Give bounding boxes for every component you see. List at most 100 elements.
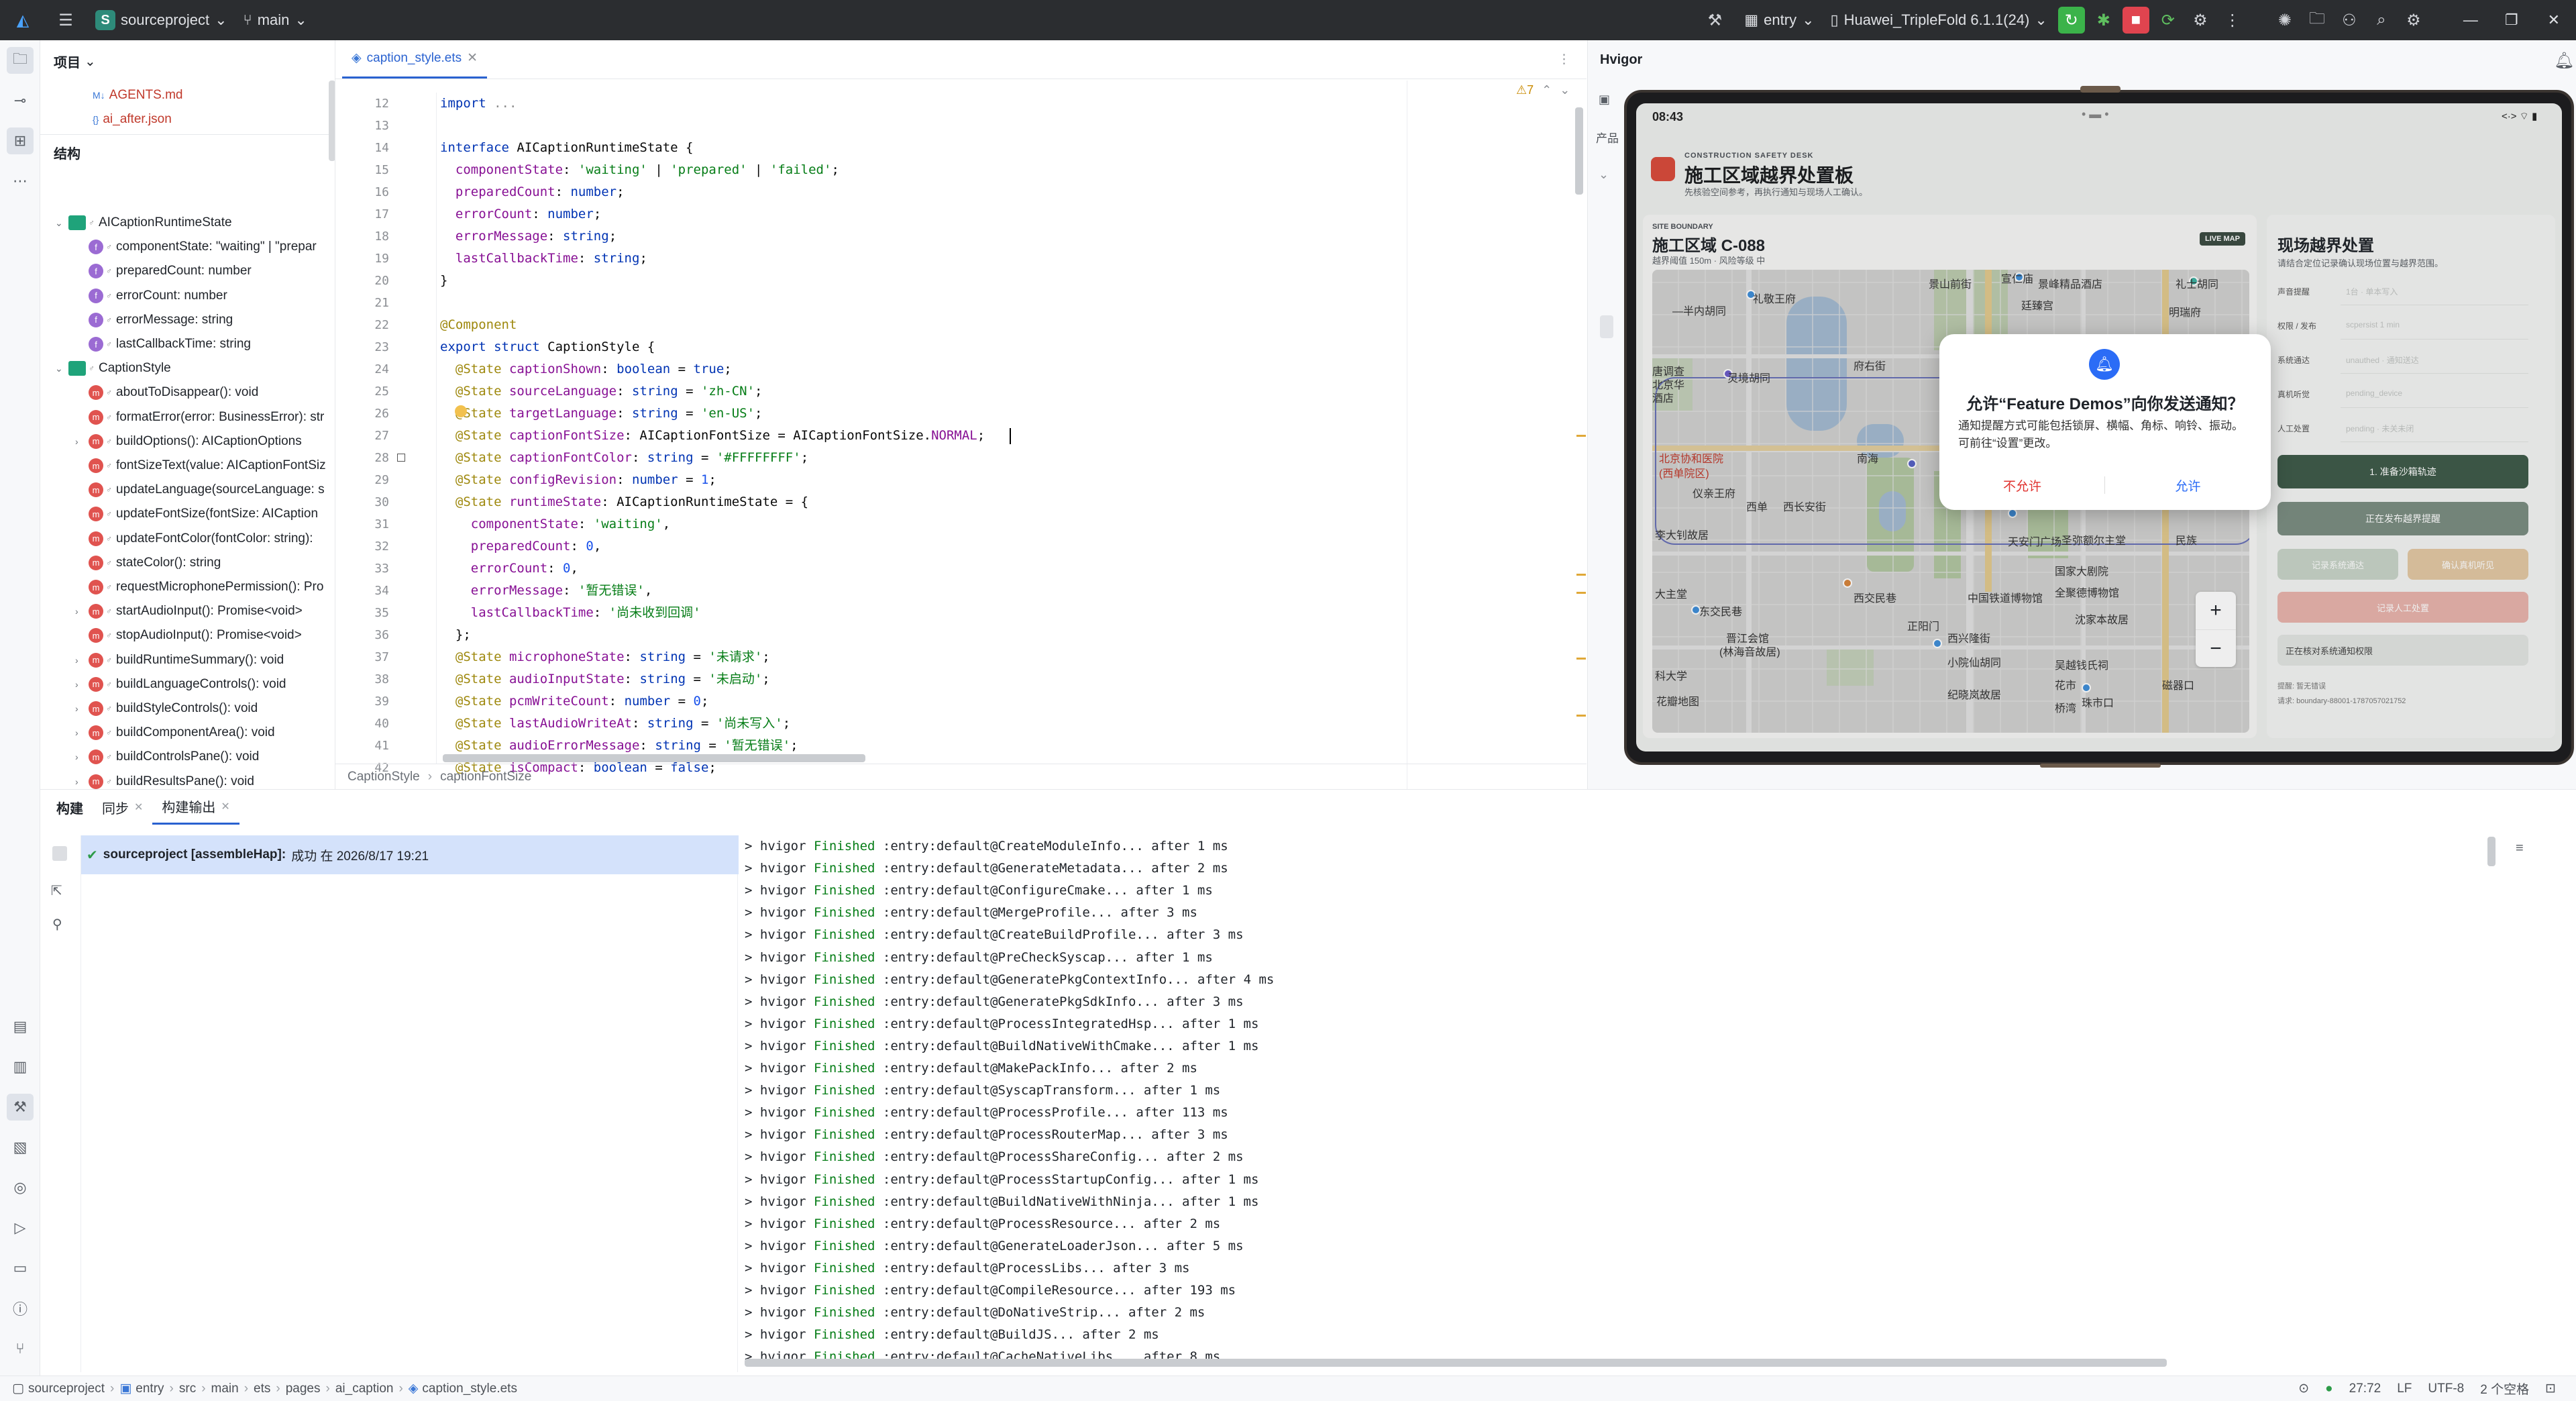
close-tab-icon[interactable]: ✕ [221,800,229,813]
code-line[interactable]: errorMessage: string; [440,225,616,248]
log-horizontal-scrollbar[interactable] [745,1359,2167,1367]
caret-position[interactable]: 27:72 [2349,1382,2381,1396]
log-icon[interactable]: ▥ [7,1053,34,1080]
tab-sync[interactable]: 同步 ✕ [93,790,152,825]
plugin-button[interactable]: ✺ [2269,0,2301,40]
chevron-right-icon[interactable]: › [75,679,89,690]
open-external-icon[interactable]: ⇱ [51,882,62,899]
settings-button[interactable]: ⚙ [2398,0,2430,40]
previewer-toggle-icon[interactable]: ▣ [1599,93,1610,107]
allow-button[interactable]: 允许 [2105,468,2271,502]
build-icon[interactable]: ⚒ [7,1094,34,1121]
maximize-button[interactable]: ❐ [2491,0,2532,40]
code-line[interactable]: componentState: 'waiting' | 'prepared' |… [440,159,839,181]
readonly-lock-icon[interactable]: ⊡ [2545,1381,2556,1396]
structure-icon[interactable]: ⊞ [7,127,34,154]
log-scrollbar[interactable] [2487,837,2496,866]
code-line[interactable]: @State captionFontSize: AICaptionFontSiz… [440,425,985,447]
file-row[interactable]: {} ai_after.json [93,107,172,132]
commit-icon[interactable]: ⊸ [7,87,34,114]
stop-build-icon[interactable] [52,846,67,861]
project-switcher[interactable]: S sourceproject ⌄ [87,0,235,40]
structure-item[interactable]: › m ♂ buildStyleControls(): void [75,696,258,721]
horizontal-scrollbar[interactable] [443,754,865,762]
path-crumb[interactable]: pages [280,1382,326,1396]
profiler-button[interactable]: ⚙ [2184,0,2216,40]
breadcrumb-item[interactable]: captionFontSize [440,770,531,784]
structure-item[interactable]: m ♂ stateColor(): string [75,551,221,575]
structure-item[interactable]: f ♂ errorCount: number [75,284,227,308]
chevron-down-icon[interactable]: ⌄ [55,217,68,229]
terminal-icon[interactable]: ▭ [7,1255,34,1282]
path-crumb[interactable]: ▣ entry [114,1381,169,1396]
structure-item[interactable]: f ♂ preparedCount: number [75,259,252,283]
chevron-right-icon[interactable]: › [75,703,89,714]
scrollbar[interactable] [329,81,335,161]
panel-splitter[interactable] [1600,315,1613,338]
tab-options-button[interactable]: ⋮ [1558,40,1587,79]
chevron-right-icon[interactable]: › [75,606,89,617]
structure-item[interactable]: m ♂ requestMicrophonePermission(): Pro [75,575,323,599]
chevron-right-icon[interactable]: › [75,727,89,738]
structure-item[interactable]: m ♂ fontSizeText(value: AICaptionFontSiz [75,454,326,478]
structure-item[interactable]: f ♂ lastCallbackTime: string [75,332,251,356]
path-crumb[interactable]: ▢ sourceproject [7,1381,110,1396]
inspection-widget[interactable]: ⚠7 ⌃ ⌄ [1516,83,1570,97]
chevron-right-icon[interactable]: › [75,436,89,447]
structure-item[interactable]: › m ♂ buildLanguageControls(): void [75,672,286,696]
indent-setting[interactable]: 2 个空格 [2480,1380,2529,1398]
build-hammer-button[interactable]: ⚒ [1693,0,1736,40]
services-icon[interactable]: ◎ [7,1174,34,1201]
close-tab-icon[interactable]: ✕ [467,50,478,66]
stop-button[interactable]: ■ [2120,0,2152,40]
run-button[interactable]: ↻ [2055,0,2088,40]
branch-switcher[interactable]: ⑂ main ⌄ [235,0,315,40]
problems-icon[interactable]: ▧ [7,1134,34,1161]
more-horizontal-icon[interactable]: ⋯ [7,168,34,195]
structure-item[interactable]: m ♂ aboutToDisappear(): void [75,380,258,405]
code-line[interactable]: preparedCount: number; [440,181,625,203]
code-line[interactable]: @State audioInputState: string = '未启动'; [440,668,770,690]
file-encoding[interactable]: UTF-8 [2428,1382,2464,1396]
structure-item[interactable]: m ♂ formatError(error: BusinessError): str [75,405,324,429]
code-line[interactable]: } [440,270,447,292]
chevron-right-icon[interactable]: › [75,655,89,666]
structure-item[interactable]: ⌄ ♂ AICaptionRuntimeState [55,211,232,235]
device-selector[interactable]: ▯ Huawei_TripleFold 6.1.1(24) ⌄ [1823,0,2055,40]
code-line[interactable]: @State targetLanguage: string = 'en-US'; [440,403,763,425]
product-label[interactable]: 产品 [1596,129,1619,146]
breadcrumb-item[interactable]: CaptionStyle [347,770,420,784]
minimize-button[interactable]: — [2450,0,2491,40]
code-line[interactable]: @State microphoneState: string = '未请求'; [440,646,770,668]
path-crumb[interactable]: ◈ caption_style.ets [403,1381,523,1396]
structure-item[interactable]: m ♂ updateFontSize(fontSize: AICaption [75,502,318,526]
debug-button[interactable]: ✱ [2088,0,2120,40]
breakpoint-marker-icon[interactable] [397,454,405,462]
path-crumb[interactable]: ets [248,1382,276,1396]
device-manager-button[interactable]: 🗀 [2301,0,2333,40]
project-panel-header[interactable]: 项目 ⌄ [40,40,335,82]
code-line[interactable]: errorCount: 0, [440,558,578,580]
git-icon[interactable]: ⑂ [7,1335,34,1362]
project-view-icon[interactable]: 🗀 [7,47,34,74]
tab-build[interactable]: 构建 [47,790,93,825]
notification-bell-icon[interactable]: 🔔︎ [2554,51,2574,70]
code-line[interactable]: errorMessage: '暂无错误', [440,580,653,602]
structure-item[interactable]: f ♂ componentState: "waiting" | "prepar [75,235,317,259]
search-button[interactable]: ⌕ [2365,0,2398,40]
code-line[interactable]: lastCallbackTime: string; [440,248,647,270]
chevron-right-icon[interactable]: › [75,751,89,762]
path-crumb[interactable]: ai_caption [330,1382,399,1396]
apply-changes-button[interactable]: ⟳ [2152,0,2184,40]
structure-item[interactable]: › m ♂ buildResultsPane(): void [75,770,254,789]
structure-item[interactable]: › m ♂ buildComponentArea(): void [75,721,275,745]
path-crumb[interactable]: main [206,1382,244,1396]
structure-item[interactable]: › m ♂ startAudioInput(): Promise<void> [75,599,303,623]
code-line[interactable]: @State runtimeState: AICaptionRuntimeSta… [440,491,808,513]
inspections-icon[interactable]: ⊙ [2298,1381,2309,1396]
module-selector[interactable]: ▦ entry ⌄ [1736,0,1822,40]
chevron-right-icon[interactable]: › [75,776,89,787]
code-line[interactable]: @State pcmWriteCount: number = 0; [440,690,709,713]
run-tool-icon[interactable]: ▷ [7,1214,34,1241]
notifications-icon[interactable]: ⓘ [7,1295,34,1322]
